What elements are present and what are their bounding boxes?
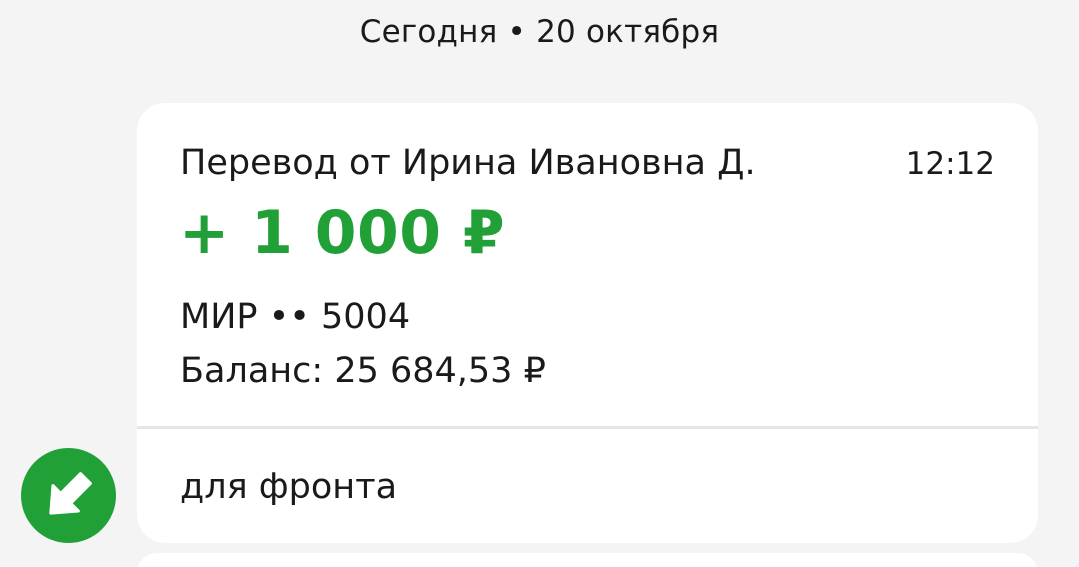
divider <box>137 426 1038 429</box>
transfer-details: Перевод от Ирина Ивановна Д. 12:12 + 1 0… <box>137 103 1038 426</box>
card-number: МИР •• 5004 <box>180 297 411 337</box>
incoming-arrow-svg <box>49 472 92 515</box>
transfer-comment: для фронта <box>180 467 398 507</box>
chat-screen: Сегодня • 20 октября Перевод от Ирина Ив… <box>0 0 1079 567</box>
date-header: Сегодня • 20 октября <box>359 14 720 50</box>
message-time: 12:12 <box>905 146 995 182</box>
transfer-message-card[interactable]: Перевод от Ирина Ивановна Д. 12:12 + 1 0… <box>137 103 1038 543</box>
account-balance: Баланс: 25 684,53 ₽ <box>180 351 546 391</box>
transfer-title: Перевод от Ирина Ивановна Д. <box>180 143 756 183</box>
incoming-arrow-icon <box>21 448 116 543</box>
next-message-card[interactable] <box>137 553 1038 567</box>
transfer-amount: + 1 000 ₽ <box>179 198 506 268</box>
